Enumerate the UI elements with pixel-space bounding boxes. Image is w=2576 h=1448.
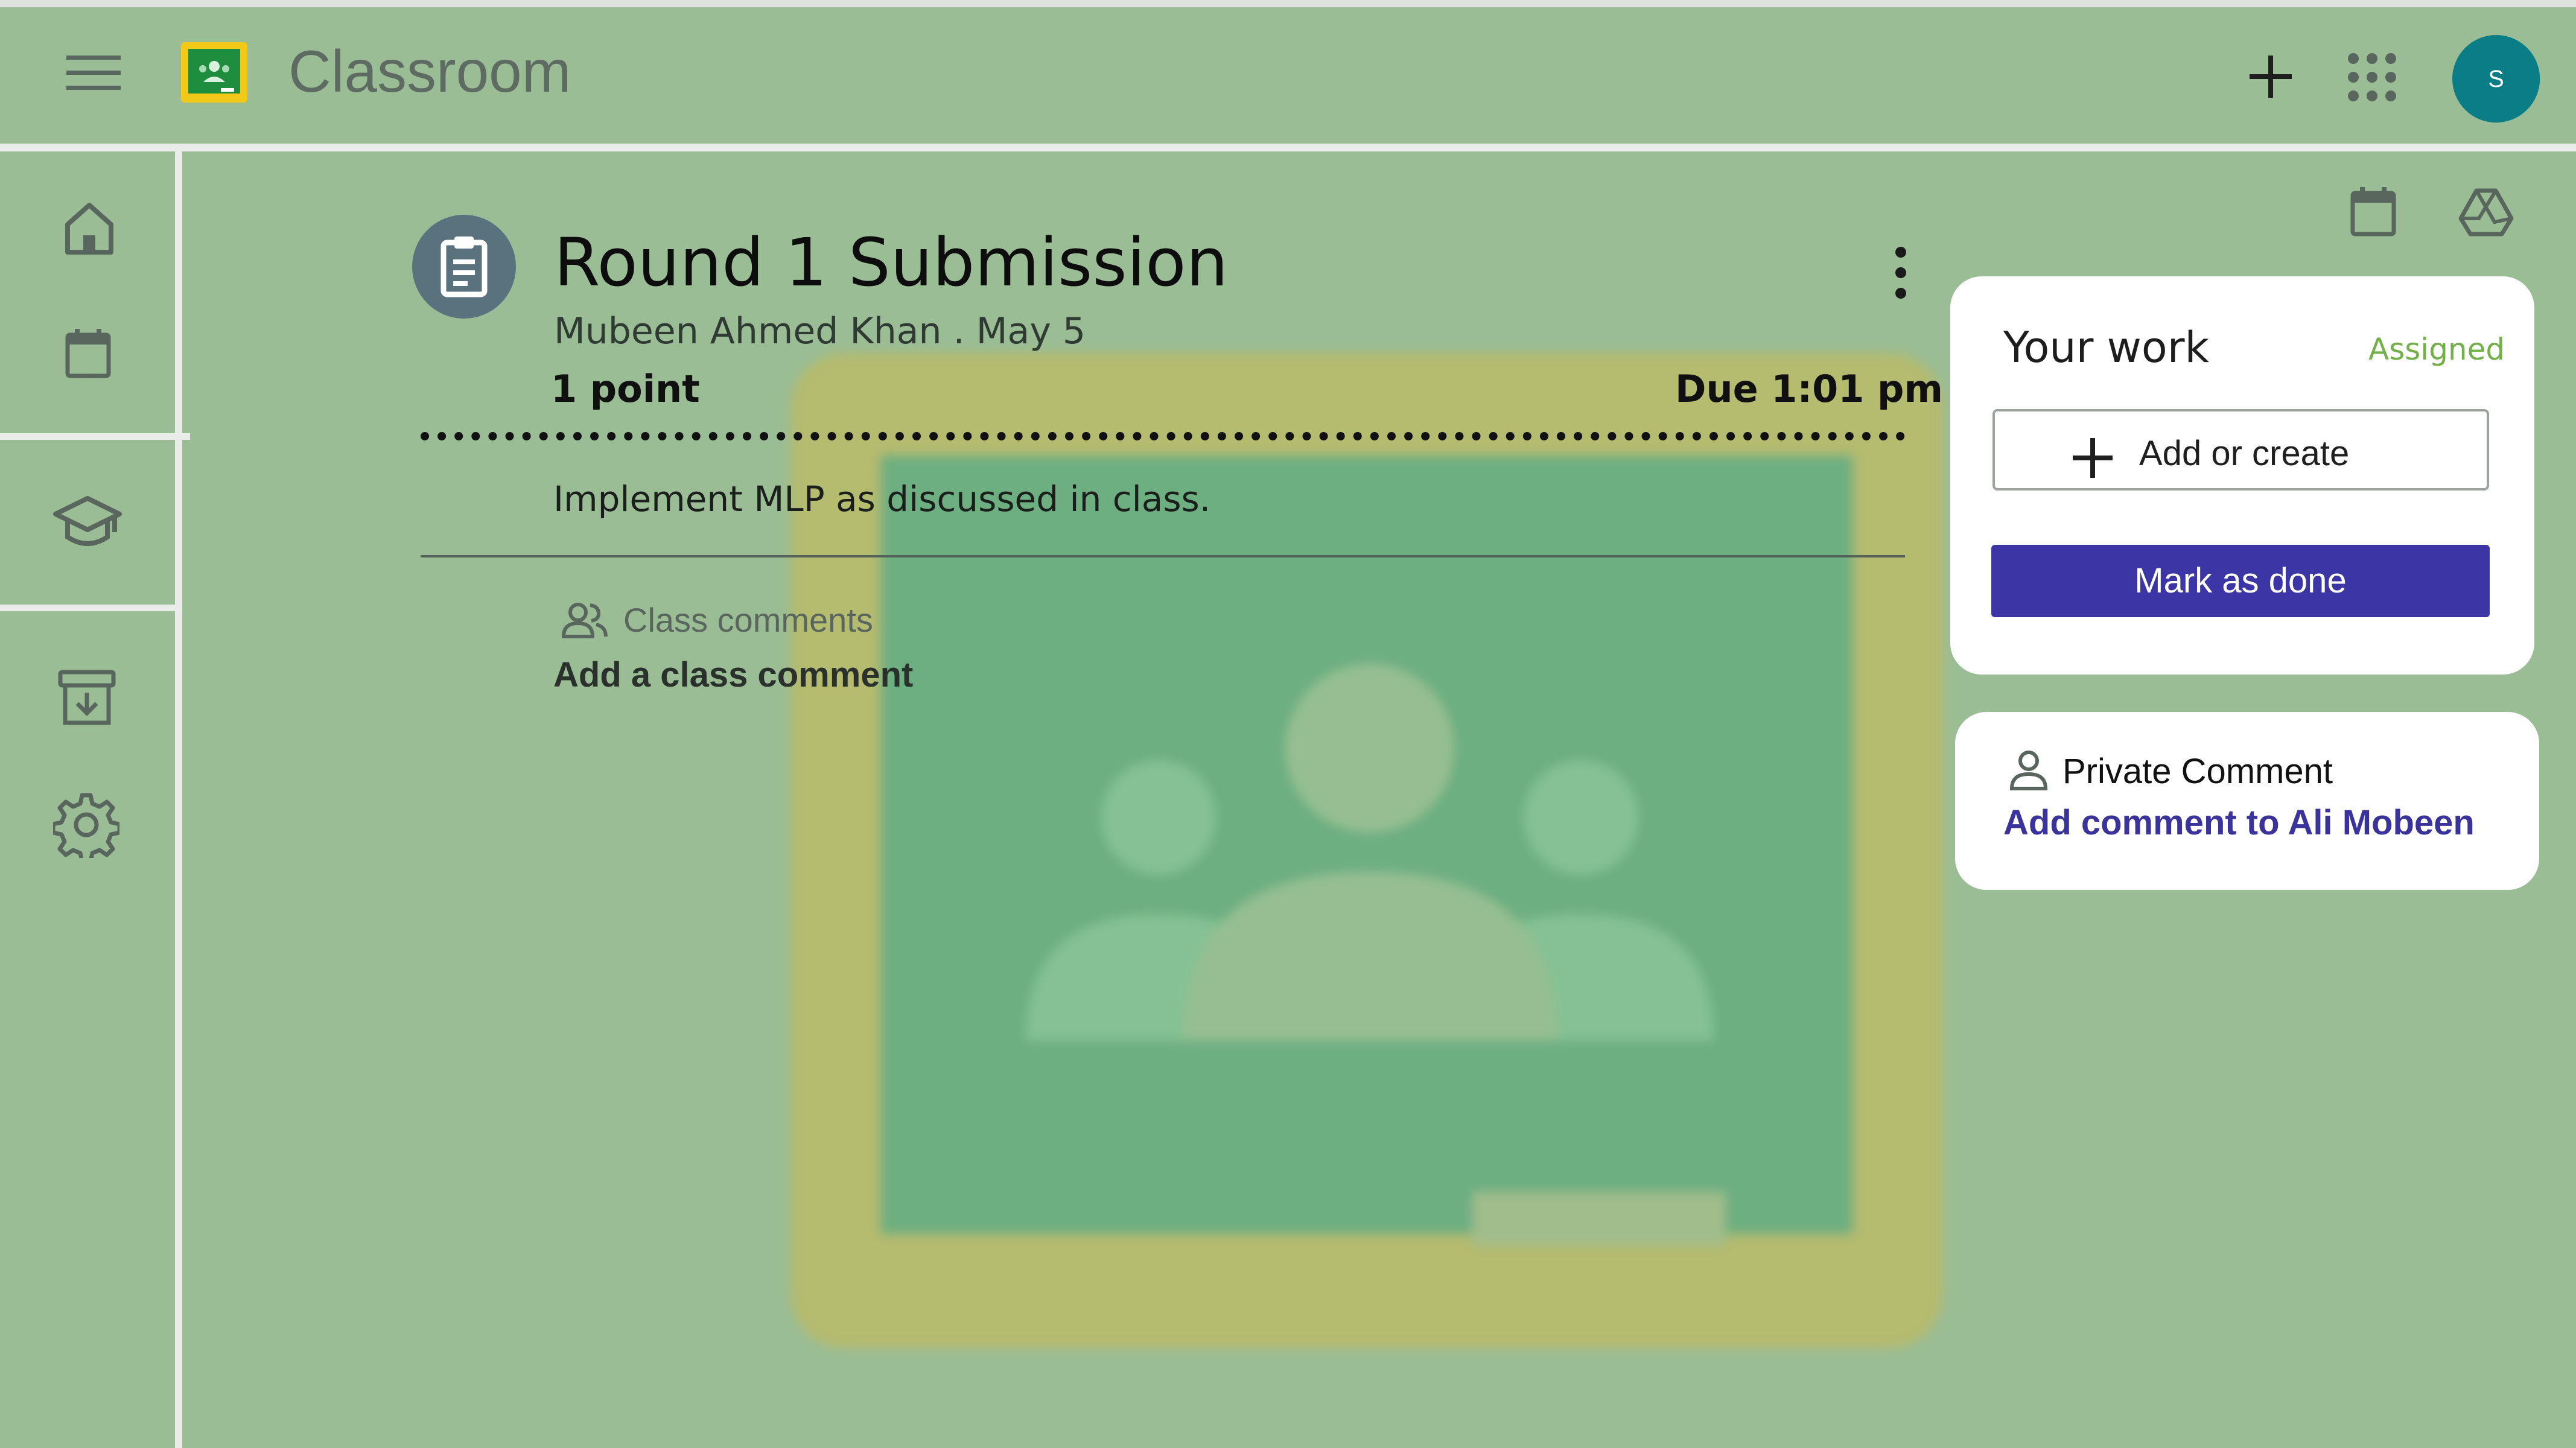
enrolled-classes-icon[interactable] (52, 495, 123, 550)
assignment-icon (412, 215, 516, 319)
sidebar-divider (175, 151, 182, 1448)
app-title[interactable]: Classroom (288, 35, 571, 107)
avatar[interactable]: S (2452, 35, 2540, 123)
class-comments-label: Class comments (623, 601, 873, 639)
app-bar-divider (0, 144, 2576, 151)
hamburger-menu-icon[interactable] (66, 52, 121, 94)
assignment-due: Due 1:01 pm (1675, 367, 1944, 411)
top-border (0, 0, 2576, 7)
apps-grid-icon[interactable] (2347, 52, 2397, 102)
calendar-icon[interactable] (2350, 187, 2396, 237)
assignment-instructions: Implement MLP as discussed in class. (553, 478, 1211, 519)
more-options-icon[interactable] (1889, 243, 1913, 303)
settings-icon[interactable] (53, 792, 119, 858)
add-or-create-label: Add or create (2139, 434, 2350, 473)
people-icon (561, 602, 608, 639)
assignment-points: 1 point (551, 367, 700, 411)
mark-as-done-button[interactable]: Mark as done (1991, 545, 2490, 617)
person-icon (2009, 750, 2048, 791)
drive-icon[interactable] (2458, 187, 2514, 238)
assignment-title: Round 1 Submission (554, 224, 1229, 301)
assignment-meta: Mubeen Ahmed Khan . May 5 (554, 310, 1086, 352)
calendar-icon[interactable] (65, 329, 111, 378)
plus-icon (2073, 438, 2113, 478)
archive-icon[interactable] (58, 668, 116, 726)
dotted-divider (421, 432, 1905, 440)
your-work-title: Your work (2003, 323, 2210, 372)
status-badge: Assigned (2368, 332, 2505, 367)
plus-icon[interactable] (2250, 56, 2292, 98)
add-class-comment-link[interactable]: Add a class comment (553, 655, 913, 695)
sidebar-section-divider (0, 433, 190, 440)
classroom-logo-icon[interactable] (181, 42, 247, 103)
private-comment-title: Private Comment (2062, 752, 2333, 791)
sidebar-section-divider (0, 605, 178, 611)
content-divider (421, 555, 1905, 557)
add-private-comment-link[interactable]: Add comment to Ali Mobeen (2003, 802, 2475, 843)
home-icon[interactable] (64, 202, 115, 256)
private-comment-card (1955, 712, 2539, 890)
